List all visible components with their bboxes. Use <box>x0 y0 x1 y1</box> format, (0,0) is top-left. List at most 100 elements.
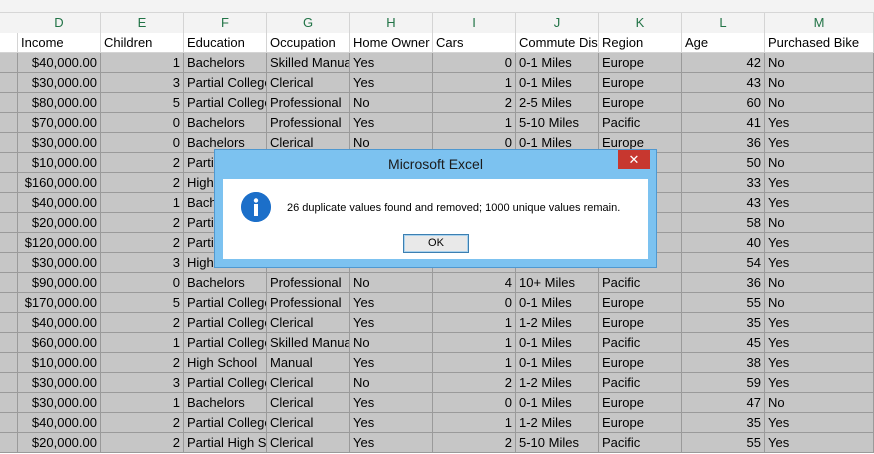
table-cell[interactable]: Pacific <box>599 433 682 453</box>
table-cell[interactable]: Partial College <box>184 93 267 113</box>
table-cell[interactable]: Yes <box>350 113 433 133</box>
table-cell[interactable]: 2-5 Miles <box>516 93 599 113</box>
table-cell[interactable]: Clerical <box>267 433 350 453</box>
table-cell[interactable]: $30,000.00 <box>18 393 101 413</box>
table-cell[interactable]: No <box>765 213 874 233</box>
table-cell[interactable]: Yes <box>765 133 874 153</box>
table-cell[interactable]: Europe <box>599 93 682 113</box>
table-cell[interactable]: 35 <box>682 313 765 333</box>
table-cell[interactable]: Yes <box>765 173 874 193</box>
table-cell[interactable]: 2 <box>101 413 184 433</box>
table-cell[interactable]: 10+ Miles <box>516 273 599 293</box>
table-cell[interactable]: 47 <box>682 393 765 413</box>
table-cell[interactable]: Yes <box>350 313 433 333</box>
table-cell[interactable]: 5 <box>101 93 184 113</box>
table-cell[interactable]: 1 <box>433 313 516 333</box>
table-cell[interactable]: 5 <box>101 293 184 313</box>
close-icon[interactable]: ✕ <box>618 150 650 169</box>
table-cell[interactable]: 0-1 Miles <box>516 73 599 93</box>
table-cell[interactable]: Yes <box>350 53 433 73</box>
table-cell[interactable]: 1 <box>101 193 184 213</box>
table-cell[interactable]: Pacific <box>599 333 682 353</box>
table-cell[interactable]: Europe <box>599 73 682 93</box>
table-cell[interactable]: 1 <box>433 73 516 93</box>
table-cell[interactable]: $170,000.00 <box>18 293 101 313</box>
table-cell[interactable]: 2 <box>101 313 184 333</box>
table-cell[interactable]: 43 <box>682 193 765 213</box>
table-cell[interactable]: Partial College <box>184 333 267 353</box>
table-cell[interactable]: 0-1 Miles <box>516 393 599 413</box>
table-cell[interactable]: Yes <box>765 193 874 213</box>
table-cell[interactable]: Clerical <box>267 393 350 413</box>
table-cell[interactable]: Clerical <box>267 373 350 393</box>
table-cell[interactable]: Clerical <box>267 413 350 433</box>
header-cell[interactable]: Cars <box>433 33 516 53</box>
table-cell[interactable]: $30,000.00 <box>18 133 101 153</box>
table-cell[interactable]: Yes <box>765 353 874 373</box>
table-cell[interactable]: Yes <box>765 233 874 253</box>
table-cell[interactable]: $90,000.00 <box>18 273 101 293</box>
table-cell[interactable]: 54 <box>682 253 765 273</box>
table-cell[interactable]: Pacific <box>599 373 682 393</box>
header-cell[interactable]: Commute Distance <box>516 33 599 53</box>
table-cell[interactable]: 0-1 Miles <box>516 293 599 313</box>
table-cell[interactable]: Pacific <box>599 273 682 293</box>
table-cell[interactable]: $40,000.00 <box>18 413 101 433</box>
table-cell[interactable]: Skilled Manual <box>267 53 350 73</box>
column-header-f[interactable]: F <box>184 13 267 33</box>
table-cell[interactable]: 1 <box>433 113 516 133</box>
table-cell[interactable]: 55 <box>682 293 765 313</box>
table-cell[interactable]: 35 <box>682 413 765 433</box>
table-cell[interactable]: $30,000.00 <box>18 253 101 273</box>
table-cell[interactable]: 38 <box>682 353 765 373</box>
header-cell[interactable]: Region <box>599 33 682 53</box>
table-cell[interactable]: $30,000.00 <box>18 373 101 393</box>
table-cell[interactable]: Partial College <box>184 313 267 333</box>
table-cell[interactable]: No <box>765 73 874 93</box>
table-cell[interactable]: Europe <box>599 353 682 373</box>
column-header-g[interactable]: G <box>267 13 350 33</box>
table-cell[interactable]: Yes <box>765 413 874 433</box>
table-cell[interactable]: Partial College <box>184 73 267 93</box>
table-cell[interactable]: $20,000.00 <box>18 433 101 453</box>
table-cell[interactable]: Professional <box>267 113 350 133</box>
table-cell[interactable]: Skilled Manual <box>267 333 350 353</box>
table-cell[interactable]: $40,000.00 <box>18 53 101 73</box>
table-cell[interactable]: 40 <box>682 233 765 253</box>
table-cell[interactable]: $80,000.00 <box>18 93 101 113</box>
table-cell[interactable]: No <box>350 93 433 113</box>
table-cell[interactable]: 3 <box>101 253 184 273</box>
table-cell[interactable]: Bachelors <box>184 113 267 133</box>
header-cell[interactable]: Children <box>101 33 184 53</box>
table-cell[interactable]: 1 <box>101 53 184 73</box>
ok-button[interactable]: OK <box>403 234 469 253</box>
table-cell[interactable]: 58 <box>682 213 765 233</box>
table-cell[interactable]: No <box>350 373 433 393</box>
table-cell[interactable]: Professional <box>267 293 350 313</box>
table-cell[interactable]: 1-2 Miles <box>516 413 599 433</box>
table-cell[interactable]: 59 <box>682 373 765 393</box>
table-cell[interactable]: Pacific <box>599 113 682 133</box>
header-cell[interactable]: Home Owner <box>350 33 433 53</box>
table-cell[interactable]: 2 <box>433 433 516 453</box>
table-cell[interactable]: No <box>350 333 433 353</box>
table-cell[interactable]: Yes <box>350 413 433 433</box>
table-cell[interactable]: 42 <box>682 53 765 73</box>
table-cell[interactable]: $40,000.00 <box>18 313 101 333</box>
table-cell[interactable]: Yes <box>765 433 874 453</box>
table-cell[interactable]: 2 <box>101 173 184 193</box>
table-cell[interactable]: 41 <box>682 113 765 133</box>
table-cell[interactable]: Yes <box>350 73 433 93</box>
header-cell[interactable]: Purchased Bike <box>765 33 874 53</box>
column-header-d[interactable]: D <box>18 13 101 33</box>
table-cell[interactable]: 2 <box>101 353 184 373</box>
table-cell[interactable]: 2 <box>101 233 184 253</box>
column-header-k[interactable]: K <box>599 13 682 33</box>
table-cell[interactable]: 1 <box>433 413 516 433</box>
column-header-m[interactable]: M <box>765 13 874 33</box>
table-cell[interactable]: $120,000.00 <box>18 233 101 253</box>
table-cell[interactable]: No <box>765 293 874 313</box>
table-cell[interactable]: Bachelors <box>184 393 267 413</box>
dialog-titlebar[interactable]: Microsoft Excel ✕ <box>215 150 656 178</box>
table-cell[interactable]: 0 <box>101 113 184 133</box>
